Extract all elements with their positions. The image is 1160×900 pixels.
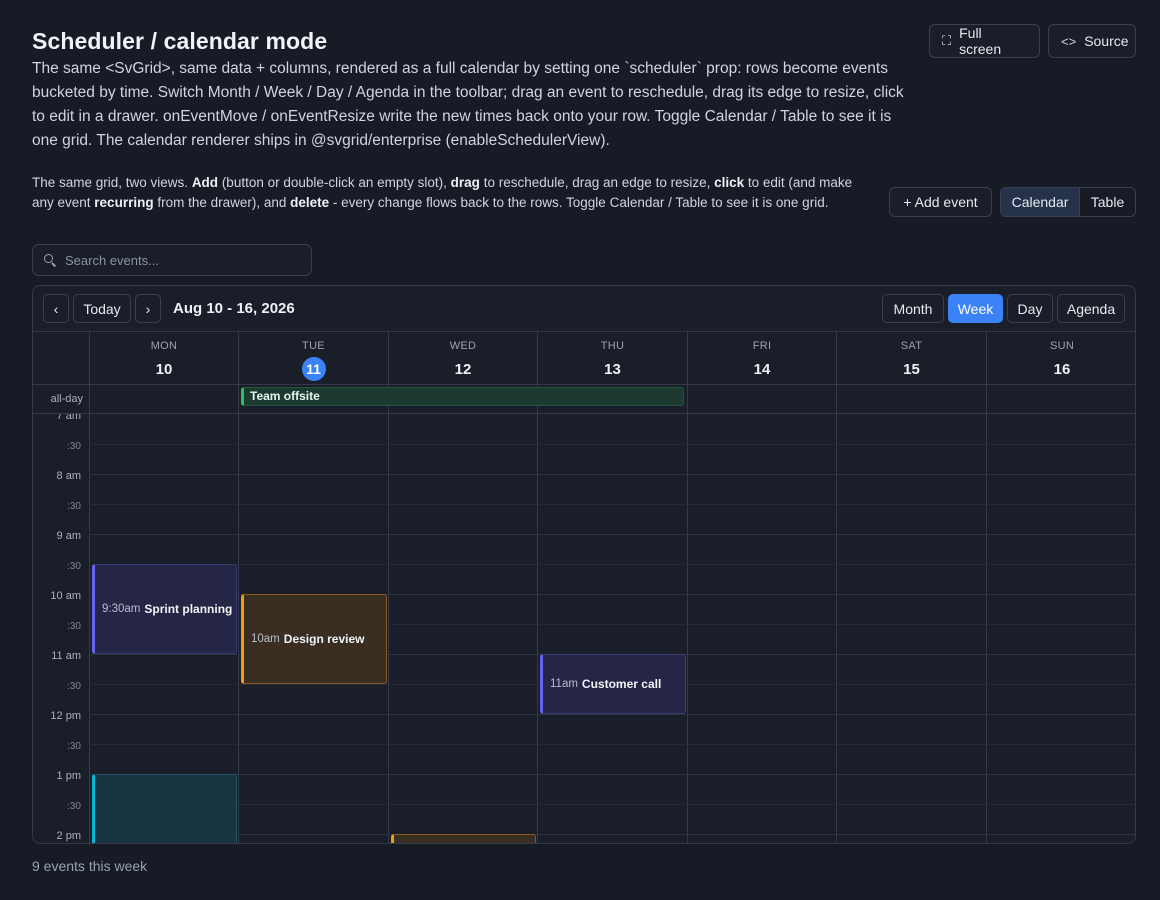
- time-label: :30: [67, 741, 81, 752]
- today-button[interactable]: Today: [73, 294, 131, 323]
- time-label: 1 pm: [56, 770, 81, 782]
- event-design-review[interactable]: 10am Design review: [241, 594, 387, 684]
- day-header-fri[interactable]: FRI 14: [687, 332, 836, 384]
- prev-week-button[interactable]: ‹: [43, 294, 69, 323]
- table-view-option[interactable]: Table: [1080, 188, 1135, 216]
- time-label: :30: [67, 561, 81, 572]
- month-view-button[interactable]: Month: [882, 294, 944, 323]
- day-header-tue[interactable]: TUE 11: [238, 332, 388, 384]
- calendar-view-option[interactable]: Calendar: [1001, 188, 1080, 216]
- expand-icon: ⛶: [942, 33, 952, 48]
- allday-event[interactable]: Team offsite: [241, 387, 684, 406]
- fullscreen-button[interactable]: ⛶ Full screen: [929, 24, 1040, 58]
- time-label: 11 am: [51, 650, 81, 662]
- source-button[interactable]: <> Source: [1048, 24, 1136, 58]
- today-marker: 11: [301, 357, 326, 381]
- week-view-button[interactable]: Week: [948, 294, 1003, 323]
- code-icon: <>: [1061, 33, 1077, 49]
- add-event-button[interactable]: + Add event: [889, 187, 992, 217]
- fullscreen-label: Full screen: [959, 25, 1002, 57]
- day-header-sat[interactable]: SAT 15: [836, 332, 986, 384]
- time-label: 9 am: [56, 530, 81, 542]
- event-sprint-planning[interactable]: 9:30am Sprint planning: [92, 564, 237, 654]
- search-box: [32, 244, 312, 276]
- date-range-title: Aug 10 - 16, 2026: [173, 300, 295, 317]
- page-description: The same <SvGrid>, same data + columns, …: [32, 60, 904, 149]
- page-title: Scheduler / calendar mode: [32, 28, 328, 54]
- day-view-button[interactable]: Day: [1007, 294, 1053, 323]
- time-label: 10 am: [50, 590, 81, 602]
- day-header-mon[interactable]: MON 10: [89, 332, 238, 384]
- time-label: 7 am: [56, 414, 81, 422]
- time-label: :30: [67, 681, 81, 692]
- agenda-view-button[interactable]: Agenda: [1057, 294, 1125, 323]
- day-header-wed[interactable]: WED 12: [388, 332, 537, 384]
- calendar-toolbar: ‹ Today › Aug 10 - 16, 2026 Month Week D…: [33, 286, 1135, 332]
- time-label: :30: [67, 501, 81, 512]
- event-unlabeled[interactable]: [92, 774, 237, 843]
- day-header-thu[interactable]: THU 13: [537, 332, 687, 384]
- time-label: :30: [67, 441, 81, 452]
- event-unlabeled[interactable]: [391, 834, 536, 843]
- time-label: 2 pm: [56, 830, 81, 842]
- search-input[interactable]: [65, 252, 295, 268]
- event-customer-call[interactable]: 11am Customer call: [540, 654, 686, 714]
- allday-label: all-day: [50, 393, 83, 405]
- event-count: 9 events this week: [32, 858, 148, 874]
- time-label: 12 pm: [50, 710, 81, 722]
- time-label: :30: [67, 801, 81, 812]
- calendar: ‹ Today › Aug 10 - 16, 2026 Month Week D…: [32, 285, 1136, 844]
- source-label: Source: [1084, 33, 1129, 49]
- time-label: :30: [67, 621, 81, 632]
- time-label: 8 am: [56, 470, 81, 482]
- search-icon: [43, 253, 57, 267]
- view-toggle: Calendar Table: [1000, 187, 1136, 217]
- next-week-button[interactable]: ›: [135, 294, 161, 323]
- day-header-sun[interactable]: SUN 16: [986, 332, 1135, 384]
- time-grid[interactable]: 7 am :30 8 am :30 9 am :30 10 am :30 11 …: [33, 414, 1135, 843]
- intro-text: The same grid, two views. Add (button or…: [32, 175, 853, 210]
